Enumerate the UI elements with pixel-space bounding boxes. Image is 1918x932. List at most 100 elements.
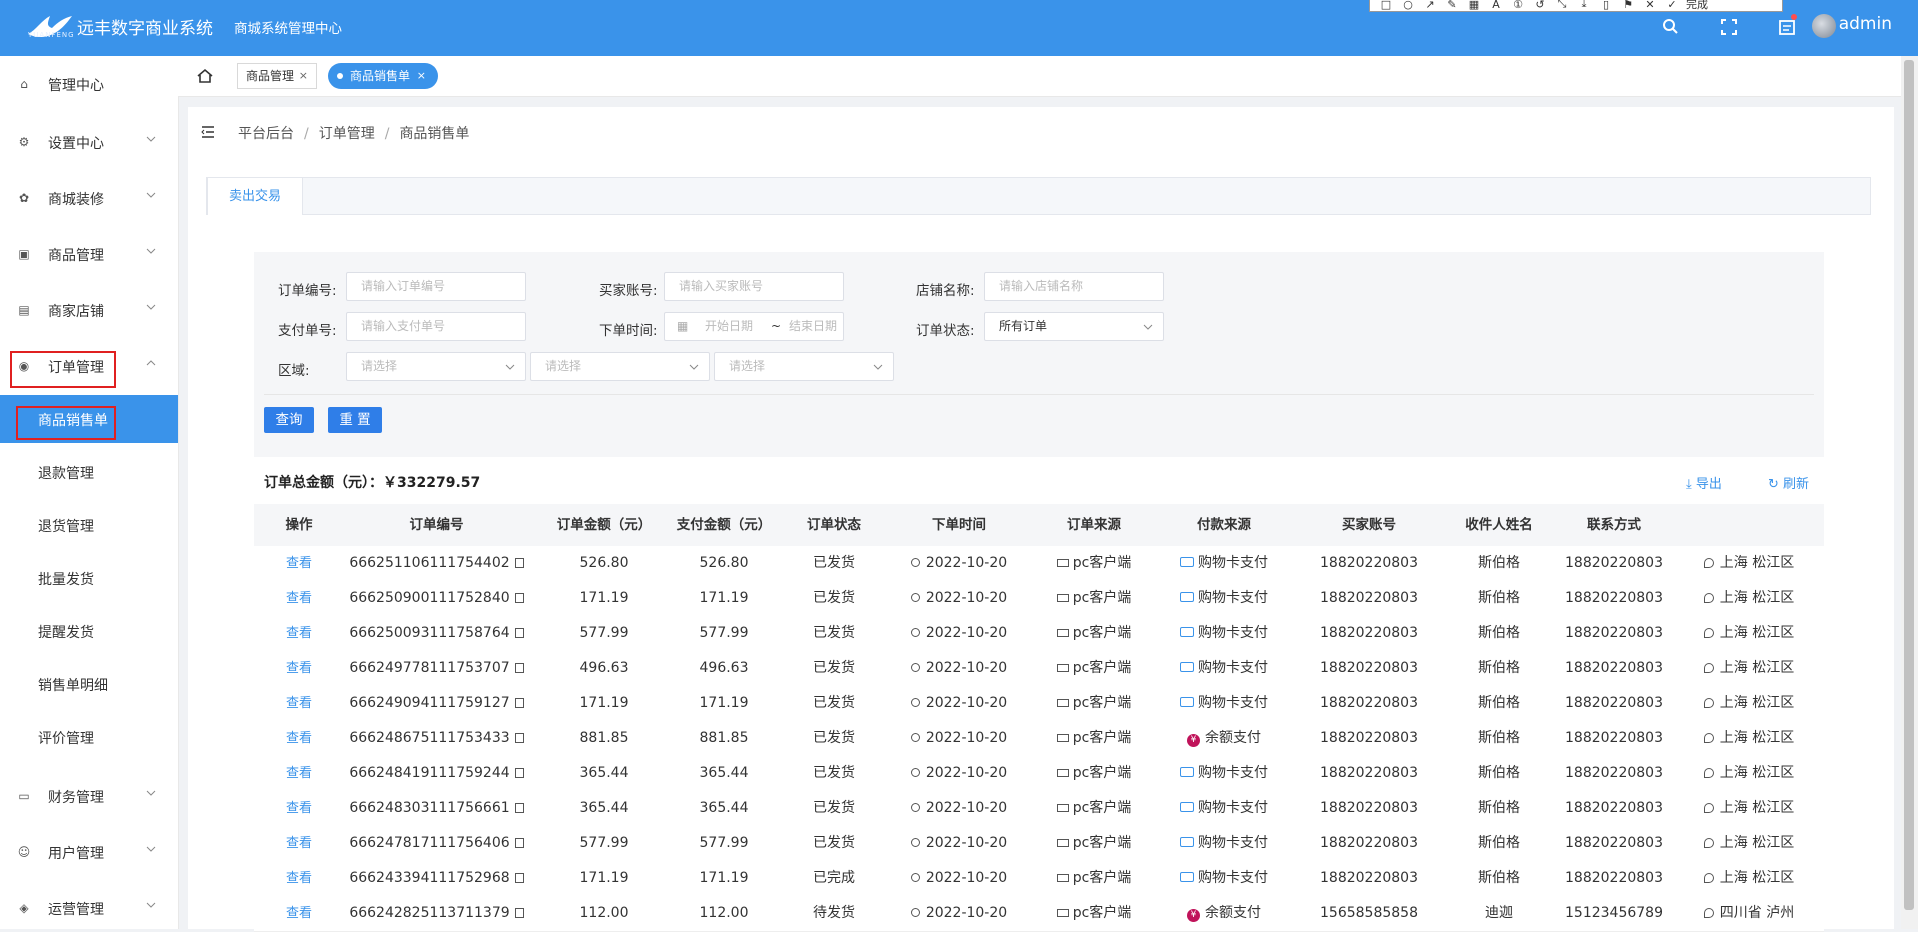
table-row: 查看 666250093111758764 577.99 577.99 已发货 2022-… [254,616,1824,652]
view-link-text[interactable]: 查看 [286,836,312,851]
city-placeholder: 请选择 [545,359,582,373]
sidebar-item-goods[interactable]: ▣ 商品管理 [0,234,178,274]
sidebar-item-finance[interactable]: ▭ 财务管理 [0,776,178,816]
sidebar-item-label: 管理中心 [48,78,104,94]
export-button[interactable]: ⤓ 导出 [1686,473,1722,492]
view-link-text[interactable]: 查看 [286,906,312,921]
view-link[interactable]: 查看 [254,616,344,651]
crop-icon[interactable]: ⤡ [1554,0,1570,11]
province-select[interactable]: 请选择 [346,352,526,381]
tab-sales-orders[interactable]: 商品销售单 × [328,63,438,89]
district-select[interactable]: 请选择 [714,352,894,381]
search-icon[interactable] [1660,16,1682,38]
view-link[interactable]: 查看 [254,686,344,721]
scrollbar-thumb[interactable] [1904,60,1914,910]
copy-icon[interactable] [514,838,524,848]
view-link[interactable]: 查看 [254,791,344,826]
view-link-text[interactable]: 查看 [286,801,312,816]
sidebar-item-users[interactable]: ☺ 用户管理 [0,832,178,872]
pen-tool-icon[interactable]: ✎ [1444,0,1460,11]
view-link[interactable]: 查看 [254,756,344,791]
avatar[interactable] [1812,14,1836,38]
copy-icon[interactable] [514,803,524,813]
number-tool-icon[interactable]: ① [1510,0,1526,11]
app-subtitle[interactable]: 商城系统管理中心 [234,17,342,37]
start-date-input[interactable]: 开始日期 [705,319,753,333]
copy-icon[interactable] [514,733,524,743]
sidebar-item-dashboard[interactable]: ⌂ 管理中心 [0,64,178,104]
status-select[interactable]: 所有订单 [984,312,1164,341]
undo-icon[interactable]: ↺ [1532,0,1548,11]
view-link-text[interactable]: 查看 [286,591,312,606]
reset-button[interactable]: 重 置 [328,407,382,433]
sidebar-item-shops[interactable]: ▤ 商家店铺 [0,290,178,330]
view-link[interactable]: 查看 [254,861,344,896]
close-icon[interactable]: × [299,64,308,88]
sidebar-subitem-refunds[interactable]: 退款管理 [0,448,178,496]
copy-icon[interactable] [514,768,524,778]
sidebar-subitem-ship-reminders[interactable]: 提醒发货 [0,607,178,655]
view-link-text[interactable]: 查看 [286,661,312,676]
end-date-input[interactable]: 结束日期 [789,313,837,340]
view-link-text[interactable]: 查看 [286,871,312,886]
view-link[interactable]: 查看 [254,546,344,581]
copy-icon[interactable] [514,663,524,673]
shop-input[interactable]: 请输入店铺名称 [984,272,1164,301]
copy-icon[interactable] [514,908,524,918]
copy-icon[interactable] [514,698,524,708]
tab-sell-trade[interactable]: 卖出交易 [207,177,303,215]
view-link-text[interactable]: 查看 [286,766,312,781]
order-no-cell-text: 666248419111759244 [349,765,510,781]
mosaic-tool-icon[interactable]: ▦ [1466,0,1482,11]
copy-icon[interactable] [514,558,524,568]
copy-icon[interactable] [514,628,524,638]
rect-tool-icon[interactable]: □ [1378,0,1394,11]
view-link-text[interactable]: 查看 [286,626,312,641]
copy-icon[interactable] [514,873,524,883]
city-select[interactable]: 请选择 [530,352,710,381]
content-tabs: 卖出交易 [206,177,1871,215]
sidebar-subitem-reviews[interactable]: 评价管理 [0,713,178,761]
confirm-icon[interactable]: ✓ [1664,0,1680,11]
order-no-input[interactable]: 请输入订单编号 [346,272,526,301]
copy-icon[interactable] [514,593,524,603]
sidebar-item-settings[interactable]: ⚙ 设置中心 [0,122,178,162]
refresh-button[interactable]: ↻ 刷新 [1768,473,1809,492]
sidebar-subitem-batch-ship[interactable]: 批量发货 [0,554,178,602]
arrow-tool-icon[interactable]: ↗ [1422,0,1438,11]
date-range-input[interactable]: ▦ 开始日期 ~ 结束日期 [664,312,844,341]
view-link-text[interactable]: 查看 [286,696,312,711]
username[interactable]: admin [1839,14,1892,34]
menu-fold-icon[interactable] [200,124,216,140]
breadcrumb-item[interactable]: 平台后台 [238,126,294,142]
view-link-text[interactable]: 查看 [286,731,312,746]
view-link[interactable]: 查看 [254,651,344,686]
bookmark-icon[interactable]: ⚑ [1620,0,1636,11]
sidebar-subitem-returns[interactable]: 退货管理 [0,501,178,549]
view-link[interactable]: 查看 [254,721,344,756]
sidebar-subitem-sales-details[interactable]: 销售单明细 [0,660,178,708]
pay-no-input[interactable]: 请输入支付单号 [346,312,526,341]
tab-goods-management[interactable]: 商品管理 × [237,63,317,89]
cancel-icon[interactable]: ✕ [1642,0,1658,11]
query-button[interactable]: 查询 [264,407,314,433]
view-link[interactable]: 查看 [254,581,344,616]
view-link[interactable]: 查看 [254,896,344,931]
view-link[interactable]: 查看 [254,826,344,861]
location-icon [1703,803,1714,813]
home-icon[interactable] [196,67,214,85]
pin-tool-icon[interactable]: ▯ [1598,0,1614,11]
order-no-cell: 666249778111753707 [344,651,529,686]
ellipse-tool-icon[interactable]: ○ [1400,0,1416,11]
sidebar-item-decoration[interactable]: ✿ 商城装修 [0,178,178,218]
sidebar-item-operations[interactable]: ◈ 运营管理 [0,888,178,928]
view-link-text[interactable]: 查看 [286,556,312,571]
buyer-input[interactable]: 请输入买家账号 [664,272,844,301]
gear-icon: ⚙ [18,135,30,149]
done-label[interactable]: 完成 [1686,0,1708,12]
breadcrumb-item[interactable]: 订单管理 [319,126,375,142]
close-icon[interactable]: × [417,63,426,89]
text-tool-icon[interactable]: A [1488,0,1504,11]
fullscreen-icon[interactable] [1718,16,1740,38]
download-icon[interactable]: ⤓ [1576,0,1592,11]
